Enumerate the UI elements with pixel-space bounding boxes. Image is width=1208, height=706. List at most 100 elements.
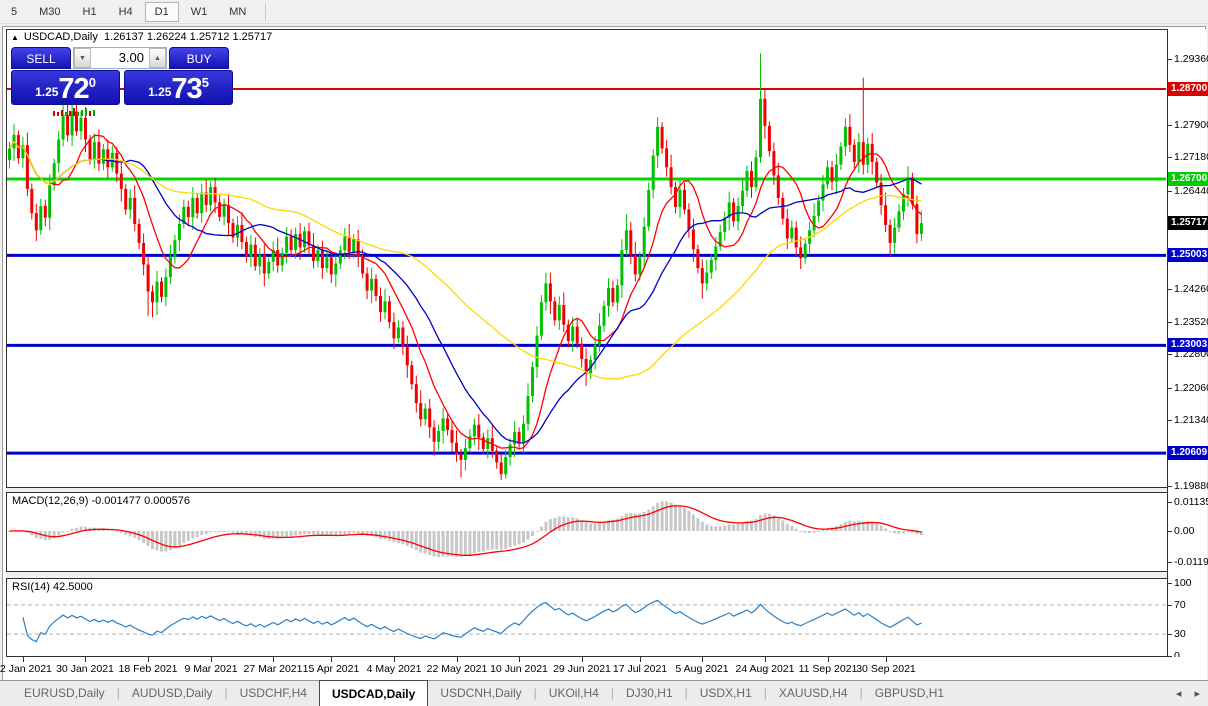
tick-bar [57, 112, 59, 116]
date-label: 18 Feb 2021 [118, 663, 178, 675]
axis-tick-mark [1168, 289, 1172, 290]
volume-decrease-button[interactable]: ▼ [74, 48, 91, 68]
date-label: 29 Jun 2021 [553, 663, 611, 675]
axis-tick-mark [1168, 420, 1172, 421]
date-label: 22 May 2021 [426, 663, 488, 675]
price-badge: 1.23003 [1168, 338, 1208, 352]
tick-bar [89, 111, 91, 116]
axis-tick-label: 1.26440 [1174, 185, 1208, 197]
date-label: 9 Mar 2021 [184, 663, 238, 675]
tab-ukoil-h4[interactable]: UKOil,H4 [537, 681, 611, 706]
axis-tick-mark [1168, 59, 1172, 60]
axis-tick-mark [1168, 562, 1172, 563]
axis-tick-mark [1168, 354, 1172, 355]
tab-scroll-right-icon[interactable]: ▸ [1194, 688, 1200, 700]
axis-tick-mark [1168, 322, 1172, 323]
tab-dj30-h1[interactable]: DJ30,H1 [614, 681, 685, 706]
sell-button[interactable]: SELL [11, 47, 71, 69]
sell-price-big: 72 [58, 73, 89, 105]
macd-pane: MACD(12,26,9) -0.001477 0.000576 [6, 492, 1167, 572]
axis-tick-mark [1168, 605, 1172, 606]
axis-tick-label: 1.24260 [1174, 283, 1208, 295]
date-label: 15 Apr 2021 [302, 663, 360, 675]
tick-bar [53, 111, 55, 116]
symbol-tabbar: EURUSD,Daily | AUDUSD,Daily | USDCHF,H4 USDCA… [0, 680, 1208, 706]
axis-tick-label: 70 [1174, 599, 1186, 611]
tab-scroll-left-icon[interactable]: ◂ [1176, 688, 1182, 700]
tab-usdchf-h4[interactable]: USDCHF,H4 [228, 681, 319, 706]
one-click-trading-widget: SELL ▼ 3.00 ▲ BUY 1.25 72 0 1.25 73 5 [11, 47, 235, 105]
buy-price-sup: 5 [201, 75, 209, 90]
axis-tick-mark [1168, 486, 1172, 487]
date-label: 17 Jul 2021 [612, 663, 668, 675]
tick-bar [65, 112, 67, 116]
volume-input[interactable]: 3.00 [91, 48, 149, 68]
date-label: 30 Sep 2021 [856, 663, 916, 675]
tab-usdcad-daily[interactable]: USDCAD,Daily [318, 680, 429, 706]
rsi-label: RSI(14) 42.5000 [12, 581, 93, 593]
date-tick-mark [273, 657, 274, 662]
sell-price-prefix: 1.25 [35, 85, 59, 99]
tab-usdx-h1[interactable]: USDX,H1 [688, 681, 764, 706]
date-tick-mark [765, 657, 766, 662]
tick-bar [61, 110, 63, 116]
axis-tick-label: 1.27180 [1174, 151, 1208, 163]
axis-tick-label: 0.00 [1174, 525, 1195, 537]
tick-bar [73, 108, 75, 116]
volume-stepper: ▼ 3.00 ▲ [73, 47, 167, 69]
timeframe-mn[interactable]: MN [219, 2, 256, 22]
price-badge: 1.25717 [1168, 216, 1208, 230]
timeframe-w1[interactable]: W1 [181, 2, 218, 22]
timeframe-d1[interactable]: D1 [144, 1, 179, 22]
timeframe-h1[interactable]: H1 [73, 2, 107, 22]
timeframe-m30[interactable]: M30 [29, 2, 70, 22]
chart-ohlc-values: 1.26137 1.26224 1.25712 1.25717 [104, 31, 273, 43]
buy-button[interactable]: BUY [169, 47, 229, 69]
date-tick-mark [828, 657, 829, 662]
price-axis[interactable]: 1.29360 1.27900 1.27180 1.26440 1.24260 1.235… [1167, 29, 1208, 662]
date-label: 10 Jun 2021 [490, 663, 548, 675]
sell-price-sup: 0 [88, 75, 96, 90]
time-axis[interactable]: 12 Jan 2021 30 Jan 2021 18 Feb 2021 9 Mar 2… [0, 657, 1207, 681]
rsi-plot [7, 599, 1166, 643]
timeframe-h4[interactable]: H4 [109, 2, 143, 22]
price-badge: 1.25003 [1168, 248, 1208, 262]
tab-xauusd-h4[interactable]: XAUUSD,H4 [767, 681, 860, 706]
price-badge: 1.20609 [1168, 446, 1208, 460]
buy-price-prefix: 1.25 [148, 85, 172, 99]
axis-tick-label: 1.23520 [1174, 316, 1208, 328]
tab-eurusd-daily[interactable]: EURUSD,Daily [12, 681, 117, 706]
axis-tick-label: 1.22060 [1174, 382, 1208, 394]
tab-gbpusd-h1[interactable]: GBPUSD,H1 [863, 681, 956, 706]
tick-volume-bars [53, 107, 95, 116]
mt4-window: 5 M30 H1 H4 D1 W1 MN ▲ USDCAD,Daily 1.26137 1.2… [0, 0, 1208, 706]
tab-usdcnh-daily[interactable]: USDCNH,Daily [428, 681, 533, 706]
axis-tick-label: 100 [1174, 577, 1192, 589]
toolbar-separator [265, 2, 267, 21]
axis-tick-label: 0.01135 [1174, 496, 1208, 508]
tab-audusd-daily[interactable]: AUDUSD,Daily [120, 681, 225, 706]
axis-tick-mark [1168, 502, 1172, 503]
date-tick-mark [85, 657, 86, 662]
axis-tick-mark [1168, 125, 1172, 126]
collapse-arrow-icon[interactable]: ▲ [11, 33, 19, 42]
chart-title: ▲ USDCAD,Daily 1.26137 1.26224 1.25712 1.… [11, 31, 272, 43]
timeframe-5[interactable]: 5 [1, 2, 27, 22]
axis-tick-mark [1168, 388, 1172, 389]
volume-increase-button[interactable]: ▲ [149, 48, 166, 68]
date-tick-mark [519, 657, 520, 662]
axis-tick-mark [1168, 157, 1172, 158]
sell-price-panel[interactable]: 1.25 72 0 [11, 70, 120, 105]
tick-bar [93, 110, 95, 116]
date-tick-mark [394, 657, 395, 662]
axis-tick-label: 30 [1174, 628, 1186, 640]
date-tick-mark [886, 657, 887, 662]
axis-tick-mark [1168, 531, 1172, 532]
axis-tick-label: 1.29360 [1174, 53, 1208, 65]
axis-tick-label: 1.27900 [1174, 119, 1208, 131]
date-tick-mark [582, 657, 583, 662]
tick-bar [77, 112, 79, 116]
date-tick-mark [331, 657, 332, 662]
date-label: 5 Aug 2021 [675, 663, 729, 675]
buy-price-panel[interactable]: 1.25 73 5 [124, 70, 233, 105]
